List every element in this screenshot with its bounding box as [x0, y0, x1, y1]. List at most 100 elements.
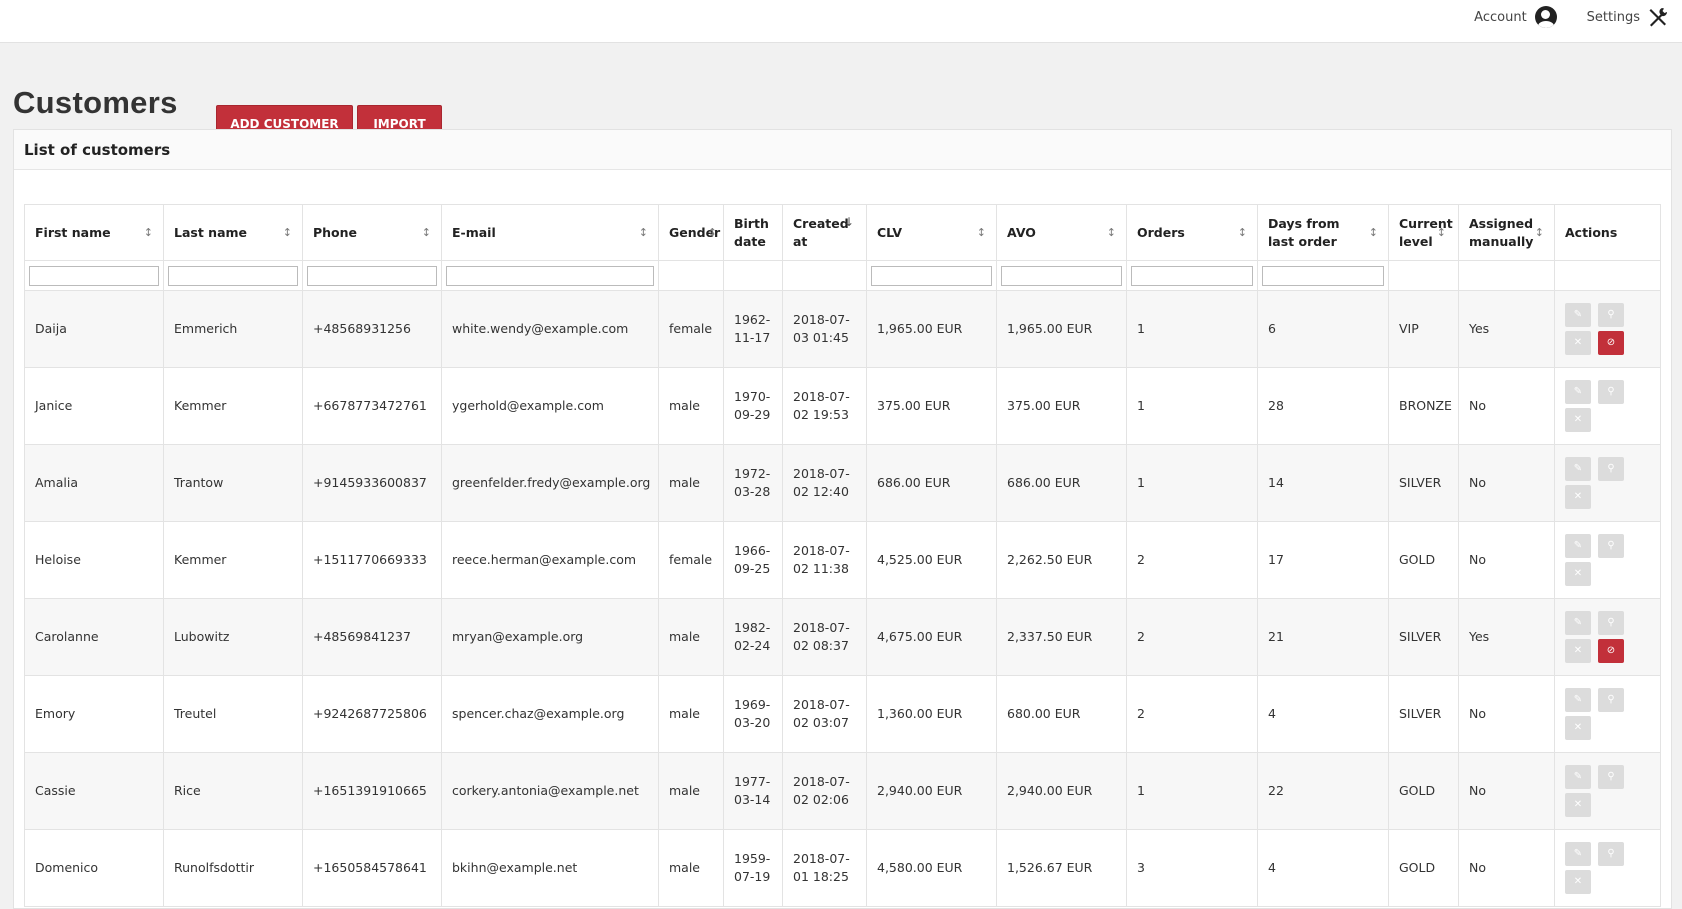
- cell-email: reece.herman@example.com: [441, 521, 659, 599]
- sort-icon[interactable]: ↕: [422, 224, 431, 242]
- edit-button[interactable]: ✎: [1565, 842, 1591, 866]
- delete-button[interactable]: ✕: [1565, 639, 1591, 663]
- column-header-email[interactable]: E-mail ↕: [441, 204, 659, 261]
- column-header-first-name[interactable]: First name ↕: [24, 204, 164, 261]
- cell-days: 4: [1257, 829, 1389, 907]
- cell-last: Runolfsdottir: [163, 829, 303, 907]
- top-bar: Account Settings: [0, 0, 1682, 43]
- column-header-label: Assigned manually: [1469, 215, 1534, 249]
- cell-phone: +1511770669333: [302, 521, 442, 599]
- column-header-created-at[interactable]: Created at ↓: [782, 204, 867, 261]
- cell-first: Emory: [24, 675, 164, 753]
- panel-title: List of customers: [14, 130, 1671, 170]
- row-actions: ✎ ⚲ ✕: [1565, 688, 1650, 740]
- cell-first: Daija: [24, 290, 164, 368]
- sort-icon[interactable]: ↕: [1238, 224, 1247, 242]
- filter-cell: [1257, 260, 1389, 291]
- row-actions: ✎ ⚲ ✕: [1565, 534, 1650, 586]
- view-button[interactable]: ⚲: [1598, 611, 1624, 635]
- cell-days: 17: [1257, 521, 1389, 599]
- unassign-button[interactable]: ⊘: [1598, 639, 1624, 663]
- days-filter[interactable]: [1262, 265, 1384, 286]
- column-header-label: Orders: [1137, 224, 1185, 240]
- column-header-avo[interactable]: AVO ↕: [996, 204, 1127, 261]
- cell-level: VIP: [1388, 290, 1459, 368]
- view-button[interactable]: ⚲: [1598, 688, 1624, 712]
- column-header-orders[interactable]: Orders ↕: [1126, 204, 1258, 261]
- view-button[interactable]: ⚲: [1598, 842, 1624, 866]
- table-header-row: First name ↕ Last name ↕ Phone ↕ E-mail ↕ Ge…: [24, 204, 1661, 261]
- cell-phone: +48568931256: [302, 290, 442, 368]
- view-button[interactable]: ⚲: [1598, 380, 1624, 404]
- table-row: Daija Emmerich +48568931256 white.wendy@exa…: [24, 290, 1661, 368]
- sort-icon[interactable]: ↕: [1107, 224, 1116, 242]
- column-header-current-level[interactable]: Current level ↕: [1388, 204, 1459, 261]
- sort-icon[interactable]: ↕: [639, 224, 648, 242]
- first-name-filter[interactable]: [29, 265, 159, 286]
- delete-button[interactable]: ✕: [1565, 870, 1591, 894]
- cell-actions: ✎ ⚲ ✕ ⊘: [1554, 290, 1661, 368]
- sort-icon[interactable]: ↕: [283, 224, 292, 242]
- account-link[interactable]: Account: [1474, 6, 1557, 28]
- column-header-days-from-last-order[interactable]: Days from last order ↕: [1257, 204, 1389, 261]
- filter-cell: [24, 260, 164, 291]
- avo-filter[interactable]: [1001, 265, 1122, 286]
- cell-actions: ✎ ⚲ ✕: [1554, 521, 1661, 599]
- cell-created: 2018-07-02 02:06: [782, 752, 867, 830]
- filter-cell: [441, 260, 659, 291]
- last-name-filter[interactable]: [168, 265, 298, 286]
- sort-icon[interactable]: ↕: [1369, 224, 1378, 242]
- column-header-label: First name: [35, 224, 111, 240]
- column-header-assigned-manually[interactable]: Assigned manually ↕: [1458, 204, 1555, 261]
- view-button[interactable]: ⚲: [1598, 765, 1624, 789]
- column-header-last-name[interactable]: Last name ↕: [163, 204, 303, 261]
- email-filter[interactable]: [446, 265, 654, 286]
- sort-icon[interactable]: ↕: [1535, 224, 1544, 242]
- cell-birth: 1969-03-20: [723, 675, 783, 753]
- sort-desc-icon[interactable]: ↓: [844, 213, 854, 231]
- cell-email: mryan@example.org: [441, 598, 659, 676]
- unassign-button[interactable]: ⊘: [1598, 331, 1624, 355]
- account-label: Account: [1474, 9, 1527, 25]
- edit-button[interactable]: ✎: [1565, 611, 1591, 635]
- column-header-gender[interactable]: Gender ↕: [658, 204, 724, 261]
- view-button[interactable]: ⚲: [1598, 457, 1624, 481]
- column-header-label: E-mail: [452, 224, 496, 240]
- sort-icon[interactable]: ↕: [708, 224, 717, 242]
- sort-icon[interactable]: ↕: [1437, 224, 1446, 242]
- sort-icon[interactable]: ↕: [144, 224, 153, 242]
- account-icon: [1534, 6, 1557, 28]
- delete-button[interactable]: ✕: [1565, 716, 1591, 740]
- column-header-clv[interactable]: CLV ↕: [866, 204, 997, 261]
- edit-button[interactable]: ✎: [1565, 688, 1591, 712]
- edit-button[interactable]: ✎: [1565, 457, 1591, 481]
- edit-button[interactable]: ✎: [1565, 380, 1591, 404]
- cell-email: corkery.antonia@example.net: [441, 752, 659, 830]
- cell-last: Emmerich: [163, 290, 303, 368]
- edit-button[interactable]: ✎: [1565, 303, 1591, 327]
- table-row: Carolanne Lubowitz +48569841237 mryan@examp…: [24, 598, 1661, 676]
- settings-link[interactable]: Settings: [1587, 7, 1668, 27]
- view-button[interactable]: ⚲: [1598, 303, 1624, 327]
- table-row: Domenico Runolfsdottir +1650584578641 bkihn…: [24, 829, 1661, 907]
- cell-manual: No: [1458, 829, 1555, 907]
- sort-icon[interactable]: ↕: [977, 224, 986, 242]
- delete-button[interactable]: ✕: [1565, 793, 1591, 817]
- customers-panel: List of customers First name ↕ Last name ↕…: [13, 129, 1672, 909]
- filter-cell: [163, 260, 303, 291]
- phone-filter[interactable]: [307, 265, 437, 286]
- cell-email: white.wendy@example.com: [441, 290, 659, 368]
- table-row: Amalia Trantow +9145933600837 greenfelder.f…: [24, 444, 1661, 522]
- edit-button[interactable]: ✎: [1565, 765, 1591, 789]
- delete-button[interactable]: ✕: [1565, 331, 1591, 355]
- column-header-phone[interactable]: Phone ↕: [302, 204, 442, 261]
- edit-button[interactable]: ✎: [1565, 534, 1591, 558]
- cell-manual: No: [1458, 521, 1555, 599]
- view-button[interactable]: ⚲: [1598, 534, 1624, 558]
- cell-avo: 2,262.50 EUR: [996, 521, 1127, 599]
- delete-button[interactable]: ✕: [1565, 562, 1591, 586]
- delete-button[interactable]: ✕: [1565, 408, 1591, 432]
- clv-filter[interactable]: [871, 265, 992, 286]
- delete-button[interactable]: ✕: [1565, 485, 1591, 509]
- orders-filter[interactable]: [1131, 265, 1253, 286]
